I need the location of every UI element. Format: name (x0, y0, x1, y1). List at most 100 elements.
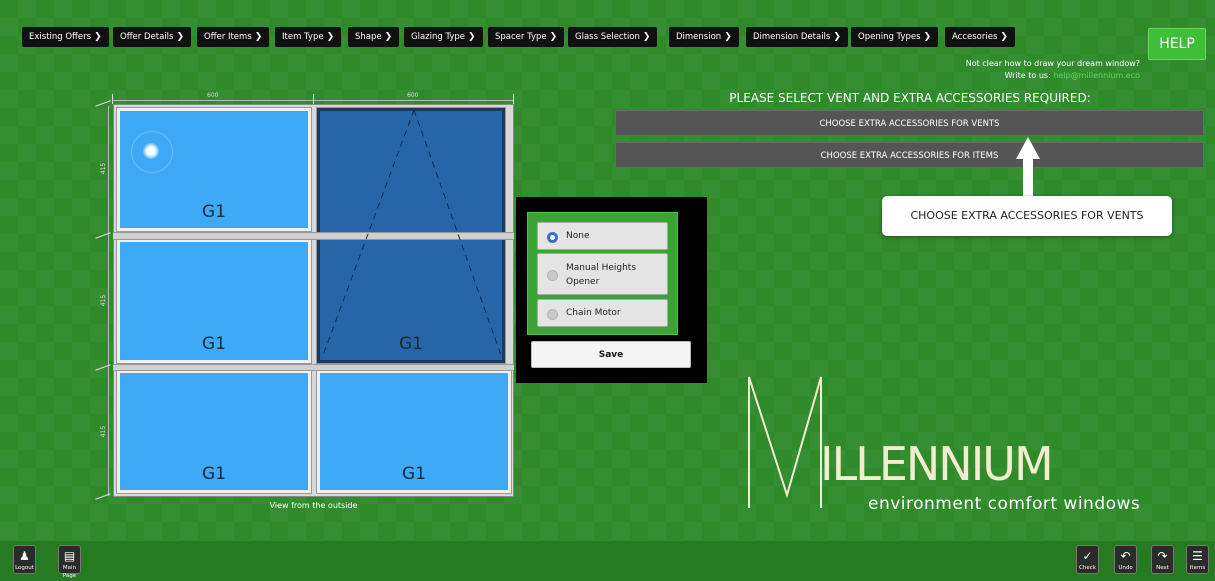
pane-glass-label: G1 (402, 464, 426, 484)
logo-wordmark: ILLENNIUM (820, 437, 1054, 491)
help-button[interactable]: HELP (1148, 28, 1206, 60)
option-label: Manual Heights Opener (566, 263, 637, 287)
chevron-right-icon: ❯ (833, 32, 841, 42)
chevron-right-icon: ❯ (468, 32, 476, 42)
opener-line-right (413, 109, 503, 359)
chevron-right-icon: ❯ (384, 32, 393, 42)
items-button[interactable]: ☰ Items (1186, 545, 1209, 574)
pane-glass-label: G1 (202, 464, 226, 484)
transom-bar (113, 364, 313, 371)
items-label: Items (1189, 565, 1206, 571)
dimension-tick (95, 493, 111, 500)
main-page-button[interactable]: ▤ Main Page (58, 545, 81, 579)
check-label: Check (1079, 565, 1096, 571)
option-manual-heights-opener[interactable]: Manual Heights Opener (537, 253, 668, 295)
help-contact: Write to us: help@millennium.eco (966, 70, 1140, 82)
nav-label: Accesories (952, 32, 998, 42)
pane-glass-label: G1 (202, 202, 226, 222)
chevron-right-icon: ❯ (549, 32, 558, 42)
radio-icon[interactable] (547, 270, 558, 281)
arrow-up-icon (1016, 137, 1040, 159)
pane-bottom-left[interactable]: G1 (116, 369, 312, 494)
help-text: Not clear how to draw your dream window?… (966, 58, 1140, 82)
chevron-right-icon: ❯ (642, 32, 651, 42)
check-icon: ✓ (1082, 549, 1093, 563)
arrow-shaft (1023, 158, 1033, 196)
bottom-toolbar (0, 541, 1215, 581)
nav-offer-details[interactable]: Offer Details ❯ (113, 27, 191, 47)
nav-label: Shape (355, 32, 382, 42)
pane-bottom-right[interactable]: G1 (316, 369, 512, 494)
height-dimension-line (108, 106, 109, 496)
undo-icon: ↶ (1120, 549, 1131, 563)
radio-icon[interactable] (547, 309, 558, 320)
pane-mid-left[interactable]: G1 (116, 238, 312, 364)
millennium-logo-m-icon (748, 376, 822, 508)
nav-label: Dimension Details (753, 32, 831, 42)
height-label-mid: 415 (100, 294, 108, 307)
height-label-top: 415 (100, 162, 108, 175)
nav-offer-items[interactable]: Offer Items ❯ (197, 27, 270, 47)
nav-item-type[interactable]: Item Type ❯ (275, 27, 342, 47)
hint-callout: CHOOSE EXTRA ACCESSORIES FOR VENTS (882, 196, 1172, 236)
help-question: Not clear how to draw your dream window? (965, 59, 1140, 68)
chevron-right-icon: ❯ (724, 32, 732, 42)
nav-opening-types[interactable]: Opening Types ❯ (851, 27, 939, 47)
view-label: View from the outside (269, 501, 358, 510)
height-label-bottom: 415 (100, 425, 108, 438)
transom-bar (313, 364, 514, 371)
nav-dimension[interactable]: Dimension ❯ (669, 27, 739, 47)
opener-lines (321, 109, 503, 359)
nav-existing-offers[interactable]: Existing Offers ❯ (22, 27, 109, 47)
nav-label: Item Type (282, 32, 324, 42)
chevron-right-icon: ❯ (923, 32, 932, 42)
chevron-right-icon: ❯ (254, 32, 263, 42)
next-label: Next (1156, 565, 1169, 571)
chevron-right-icon: ❯ (1000, 32, 1008, 42)
items-accessories-button[interactable]: CHOOSE EXTRA ACCESSORIES FOR ITEMS (615, 142, 1204, 168)
option-chain-motor[interactable]: Chain Motor (537, 299, 668, 327)
help-email-link[interactable]: help@millennium.eco (1053, 71, 1140, 80)
nav-accesories[interactable]: Accesories ❯ (945, 27, 1015, 47)
nav-label: Offer Details (120, 32, 174, 42)
redo-icon: ↷ (1157, 549, 1168, 563)
help-write-label: Write to us: (1004, 71, 1051, 80)
list-icon: ☰ (1192, 549, 1203, 563)
pane-glass-label: G1 (202, 334, 226, 354)
dimension-tick (513, 94, 514, 104)
nav-label: Spacer Type (495, 32, 547, 42)
width-label-right: 600 (407, 92, 419, 99)
nav-spacer-type[interactable]: Spacer Type ❯ (488, 27, 565, 47)
accessories-title: PLEASE SELECT VENT AND EXTRA ACCESSORIES… (729, 91, 1091, 105)
monitor-icon: ▤ (63, 549, 76, 563)
option-label: None (566, 231, 590, 241)
dimension-tick (313, 94, 314, 104)
chevron-right-icon: ❯ (94, 32, 102, 42)
nav-label: Glass Selection (575, 32, 640, 42)
nav-shape[interactable]: Shape ❯ (348, 27, 400, 47)
nav-glass-selection[interactable]: Glass Selection ❯ (568, 27, 658, 47)
nav-label: Existing Offers (29, 32, 92, 42)
next-button[interactable]: ↷ Next (1151, 545, 1174, 574)
nav-dimension-details[interactable]: Dimension Details ❯ (746, 27, 848, 47)
option-none[interactable]: None (537, 222, 668, 250)
save-button[interactable]: Save (531, 341, 691, 368)
logout-button[interactable]: ♟ Logout (13, 545, 36, 574)
option-label: Chain Motor (566, 308, 621, 318)
vents-accessories-button[interactable]: CHOOSE EXTRA ACCESSORIES FOR VENTS (615, 110, 1204, 136)
radio-selected-icon[interactable] (547, 232, 558, 243)
opener-line-left (321, 109, 415, 359)
logo-tagline: environment comfort windows (868, 494, 1141, 514)
nav-glazing-type[interactable]: Glazing Type ❯ (404, 27, 483, 47)
logout-label: Logout (15, 565, 34, 571)
chevron-right-icon: ❯ (176, 32, 184, 42)
check-button[interactable]: ✓ Check (1076, 545, 1099, 574)
dimension-tick (112, 94, 113, 104)
nav-label: Glazing Type (411, 32, 465, 42)
main-page-label: Main Page (62, 565, 77, 579)
nav-label: Dimension (676, 32, 722, 42)
undo-button[interactable]: ↶ Undo (1114, 545, 1137, 574)
user-icon: ♟ (19, 549, 30, 563)
selection-dot-icon[interactable] (143, 143, 159, 159)
width-label-left: 600 (207, 92, 219, 99)
